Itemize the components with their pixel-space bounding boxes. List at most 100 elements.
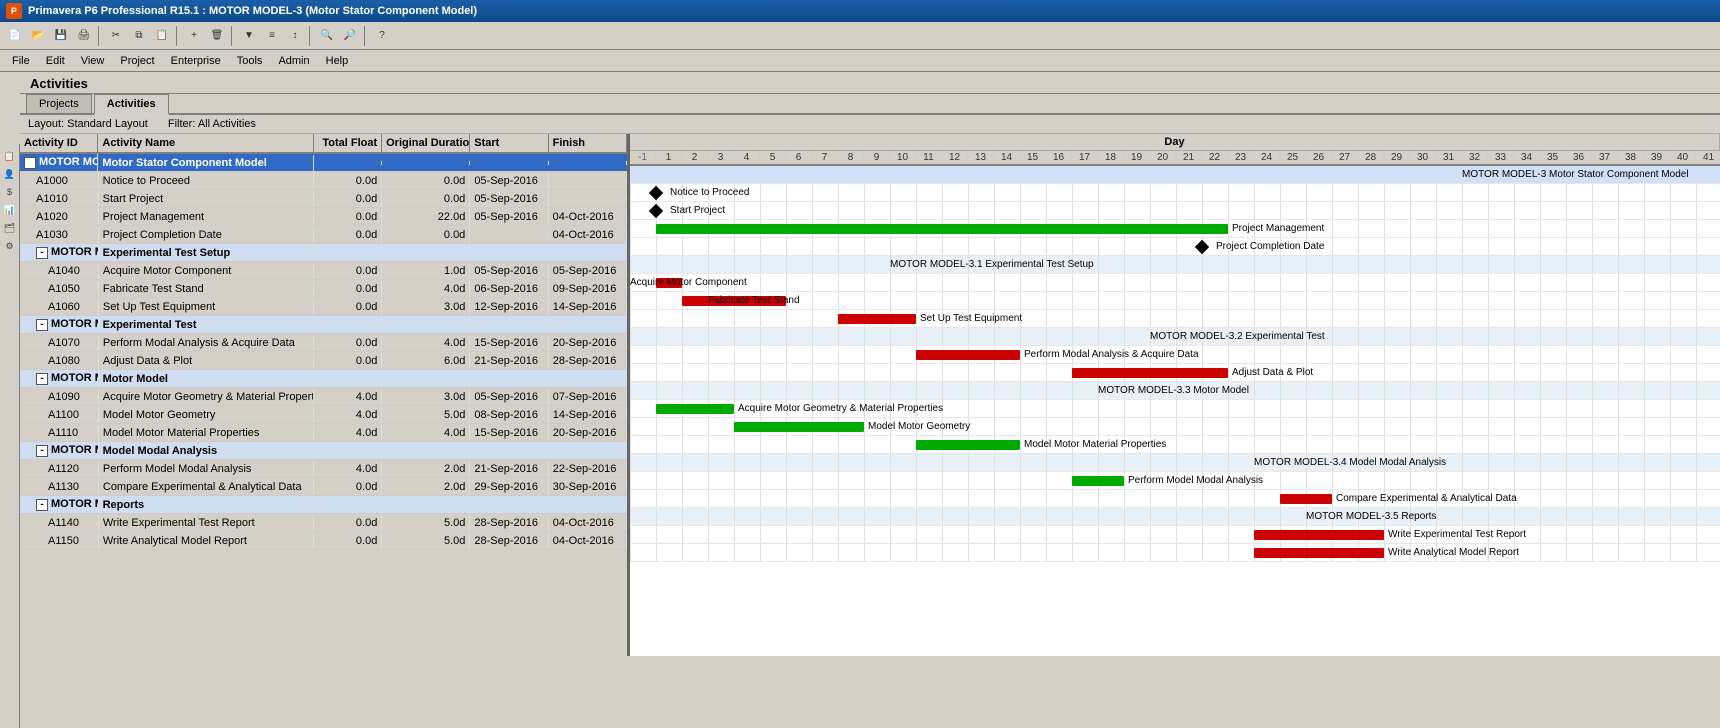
gantt-bar[interactable] xyxy=(656,404,734,414)
gantt-bar[interactable] xyxy=(1072,476,1124,486)
gantt-bar[interactable] xyxy=(916,440,1020,450)
save-btn[interactable]: 💾 xyxy=(50,25,72,47)
gantt-bar[interactable] xyxy=(1254,548,1384,558)
expand-icon[interactable]: - xyxy=(36,499,48,511)
sort-btn[interactable]: ↕ xyxy=(284,25,306,47)
cut-btn[interactable]: ✂ xyxy=(105,25,127,47)
sidebar-activities-icon[interactable]: 📋 xyxy=(2,148,18,164)
sidebar-settings-icon[interactable]: ⚙ xyxy=(2,238,18,254)
delete-btn[interactable]: 🗑 xyxy=(206,25,228,47)
gantt-bar[interactable] xyxy=(838,314,916,324)
menu-enterprise[interactable]: Enterprise xyxy=(163,53,229,69)
table-row[interactable]: A1030 Project Completion Date 0.0d 0.0d … xyxy=(20,226,627,244)
group-btn[interactable]: ≡ xyxy=(261,25,283,47)
td-name: Motor Model xyxy=(99,371,314,387)
table-row[interactable]: A1140 Write Experimental Test Report 0.0… xyxy=(20,514,627,532)
gantt-bar[interactable] xyxy=(916,350,1020,360)
table-row[interactable]: A1070 Perform Modal Analysis & Acquire D… xyxy=(20,334,627,352)
th-activity-name[interactable]: Activity Name xyxy=(98,134,313,152)
td-float: 0.0d xyxy=(314,353,383,369)
table-row[interactable]: -MOTOR MODEL-3.2 Experimental Test xyxy=(20,316,627,334)
menu-view[interactable]: View xyxy=(73,53,113,69)
gantt-milestone[interactable] xyxy=(649,204,663,218)
td-orig: 4.0d xyxy=(382,281,470,297)
tab-bar: Projects Activities xyxy=(20,94,1720,115)
td-id: -MOTOR MODEL-3.2 xyxy=(20,316,99,332)
table-row[interactable]: A1020 Project Management 0.0d 22.0d 05-S… xyxy=(20,208,627,226)
table-row[interactable]: A1000 Notice to Proceed 0.0d 0.0d 05-Sep… xyxy=(20,172,627,190)
table-row[interactable]: A1060 Set Up Test Equipment 0.0d 3.0d 12… xyxy=(20,298,627,316)
gantt-bar[interactable] xyxy=(656,224,1228,234)
table-row[interactable]: A1090 Acquire Motor Geometry & Material … xyxy=(20,388,627,406)
table-row[interactable]: -MOTOR MODEL-3 Motor Stator Component Mo… xyxy=(20,154,627,172)
td-id: A1060 xyxy=(20,299,99,315)
table-row[interactable]: -MOTOR MODEL-3.5 Reports xyxy=(20,496,627,514)
print-btn[interactable]: 🖨 xyxy=(73,25,95,47)
sidebar-reports-icon[interactable]: 📊 xyxy=(2,202,18,218)
td-name: Perform Model Modal Analysis xyxy=(99,461,314,477)
menu-file[interactable]: File xyxy=(4,53,38,69)
sidebar-wbs-icon[interactable]: 🗂 xyxy=(2,220,18,236)
expand-icon[interactable]: - xyxy=(36,319,48,331)
gantt-milestone[interactable] xyxy=(1195,240,1209,254)
gantt-col-header: 40 xyxy=(1670,151,1696,164)
table-row[interactable]: -MOTOR MODEL-3.4 Model Modal Analysis xyxy=(20,442,627,460)
open-btn[interactable]: 📂 xyxy=(27,25,49,47)
gantt-bar[interactable] xyxy=(734,422,864,432)
td-name: Model Motor Material Properties xyxy=(99,425,314,441)
menu-help[interactable]: Help xyxy=(318,53,357,69)
td-name: Compare Experimental & Analytical Data xyxy=(99,479,314,495)
gantt-label: Compare Experimental & Analytical Data xyxy=(1336,493,1517,504)
filter-btn[interactable]: ▼ xyxy=(238,25,260,47)
td-id: -MOTOR MODEL-3.5 xyxy=(20,496,99,512)
expand-icon[interactable]: - xyxy=(36,247,48,259)
help-btn[interactable]: ? xyxy=(371,25,393,47)
td-start: 28-Sep-2016 xyxy=(470,515,548,531)
copy-btn[interactable]: ⧉ xyxy=(128,25,150,47)
td-finish: 05-Sep-2016 xyxy=(549,263,627,279)
table-row[interactable]: A1050 Fabricate Test Stand 0.0d 4.0d 06-… xyxy=(20,280,627,298)
gantt-bar[interactable] xyxy=(1254,530,1384,540)
table-row[interactable]: A1150 Write Analytical Model Report 0.0d… xyxy=(20,532,627,550)
gantt-milestone[interactable] xyxy=(649,186,663,200)
zoom-in-btn[interactable]: 🔍 xyxy=(316,25,338,47)
add-btn[interactable]: + xyxy=(183,25,205,47)
sidebar-costs-icon[interactable]: $ xyxy=(2,184,18,200)
zoom-out-btn[interactable]: 🔎 xyxy=(339,25,361,47)
th-activity-id[interactable]: Activity ID xyxy=(20,134,98,152)
expand-icon[interactable]: - xyxy=(36,373,48,385)
th-finish[interactable]: Finish xyxy=(549,134,627,152)
th-start[interactable]: Start xyxy=(470,134,548,152)
table-row[interactable]: -MOTOR MODEL-3.3 Motor Model xyxy=(20,370,627,388)
paste-btn[interactable]: 📋 xyxy=(151,25,173,47)
td-float: 0.0d xyxy=(314,263,383,279)
gantt-col-header: 39 xyxy=(1644,151,1670,164)
menu-admin[interactable]: Admin xyxy=(270,53,317,69)
table-row[interactable]: A1100 Model Motor Geometry 4.0d 5.0d 08-… xyxy=(20,406,627,424)
tab-activities[interactable]: Activities xyxy=(94,94,169,115)
td-orig: 0.0d xyxy=(382,173,470,189)
tab-projects[interactable]: Projects xyxy=(26,94,92,113)
menu-project[interactable]: Project xyxy=(112,53,162,69)
menu-edit[interactable]: Edit xyxy=(38,53,73,69)
gantt-bar[interactable] xyxy=(1280,494,1332,504)
table-row[interactable]: A1010 Start Project 0.0d 0.0d 05-Sep-201… xyxy=(20,190,627,208)
new-btn[interactable]: 📄 xyxy=(4,25,26,47)
menu-tools[interactable]: Tools xyxy=(229,53,271,69)
td-id: A1100 xyxy=(20,407,99,423)
table-row[interactable]: A1110 Model Motor Material Properties 4.… xyxy=(20,424,627,442)
expand-icon[interactable]: - xyxy=(36,445,48,457)
th-total-float[interactable]: Total Float xyxy=(314,134,383,152)
td-orig xyxy=(382,449,470,453)
table-row[interactable]: -MOTOR MODEL-3.1 Experimental Test Setup xyxy=(20,244,627,262)
gantt-label: Perform Model Modal Analysis xyxy=(1128,475,1263,486)
th-orig-duration[interactable]: Original Duration xyxy=(382,134,470,152)
td-start xyxy=(470,251,548,255)
sidebar-resources-icon[interactable]: 👤 xyxy=(2,166,18,182)
table-row[interactable]: A1040 Acquire Motor Component 0.0d 1.0d … xyxy=(20,262,627,280)
table-row[interactable]: A1080 Adjust Data & Plot 0.0d 6.0d 21-Se… xyxy=(20,352,627,370)
expand-icon[interactable]: - xyxy=(24,157,36,169)
table-row[interactable]: A1130 Compare Experimental & Analytical … xyxy=(20,478,627,496)
gantt-bar[interactable] xyxy=(1072,368,1228,378)
table-row[interactable]: A1120 Perform Model Modal Analysis 4.0d … xyxy=(20,460,627,478)
